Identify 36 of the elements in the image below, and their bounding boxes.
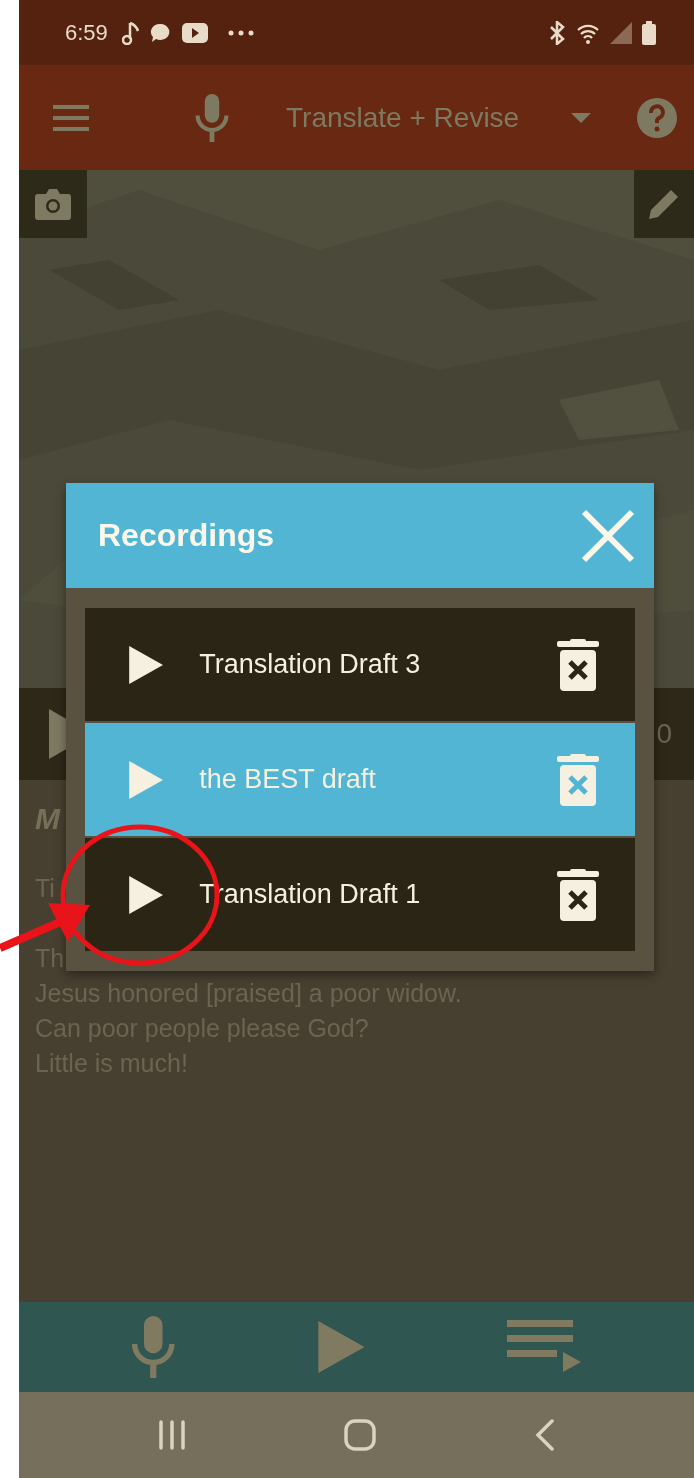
- battery-icon: [642, 20, 656, 45]
- camera-icon: [34, 188, 72, 220]
- more-icon: [227, 29, 254, 36]
- playlist-play-button[interactable]: [507, 1320, 583, 1374]
- recording-name: the BEST draft: [199, 764, 377, 795]
- close-icon[interactable]: [580, 507, 636, 564]
- record-button[interactable]: [129, 1316, 177, 1378]
- music-note-icon: [121, 20, 140, 45]
- play-icon: [129, 645, 164, 684]
- back-button[interactable]: [534, 1419, 555, 1451]
- video-icon: [181, 22, 208, 43]
- play-button[interactable]: [318, 1321, 366, 1373]
- dialog-title: Recordings: [98, 517, 275, 554]
- play-icon: [129, 875, 164, 914]
- playback-time: 0: [656, 718, 672, 750]
- microphone-icon: [194, 93, 230, 142]
- dropdown-caret-icon[interactable]: [571, 112, 592, 123]
- status-time: 6:59: [65, 19, 108, 46]
- camera-button[interactable]: [19, 170, 87, 238]
- play-icon: [129, 760, 164, 799]
- edit-button[interactable]: [634, 170, 694, 238]
- playlist-icon: [507, 1320, 583, 1374]
- chat-bubble-icon: [149, 21, 172, 44]
- microphone-icon: [129, 1316, 177, 1378]
- play-icon: [318, 1321, 366, 1373]
- recent-apps-button[interactable]: [158, 1420, 187, 1450]
- delete-icon[interactable]: [557, 638, 599, 691]
- delete-icon[interactable]: [557, 868, 599, 921]
- signal-icon: [610, 21, 632, 44]
- recording-row[interactable]: Translation Draft 3: [85, 608, 635, 721]
- menu-icon[interactable]: [53, 104, 89, 131]
- recording-name: Translation Draft 3: [199, 649, 422, 680]
- home-button[interactable]: [344, 1419, 377, 1451]
- help-icon[interactable]: [637, 97, 678, 138]
- bluetooth-icon: [548, 20, 566, 45]
- pencil-icon: [647, 187, 681, 221]
